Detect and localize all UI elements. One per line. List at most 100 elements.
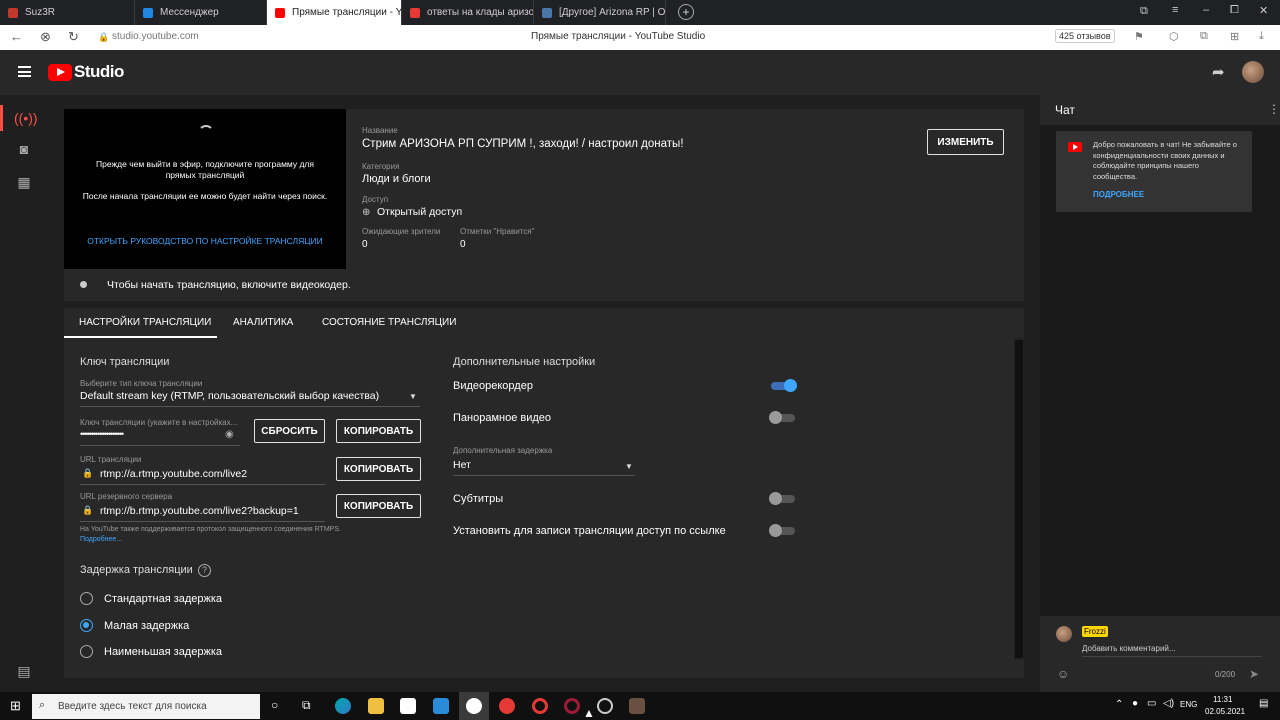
taskbar-search[interactable]: ⌕ Введите здесь текст для поиска (32, 694, 260, 719)
maximize-icon[interactable]: ⧠ (1230, 4, 1239, 17)
minimize-icon[interactable]: – (1203, 4, 1209, 16)
visibility-off-icon[interactable]: ◉ (225, 429, 234, 440)
copy-key-button[interactable]: КОПИРОВАТЬ (336, 419, 421, 443)
radio-low-latency[interactable] (80, 619, 93, 632)
send-icon[interactable]: ➤ (1249, 667, 1259, 681)
notifications-icon[interactable]: ▤ (1259, 698, 1268, 709)
dvr-toggle[interactable] (771, 379, 797, 392)
file-explorer-icon[interactable] (368, 698, 384, 714)
tab-label: ответы на клады аризона (427, 7, 534, 18)
browser-tab[interactable]: ответы на клады аризона (402, 0, 534, 25)
edge-icon[interactable] (335, 698, 351, 714)
youtube-logo-icon[interactable] (48, 64, 72, 81)
backup-url-field[interactable]: rtmp://b.rtmp.youtube.com/live2?backup=1 (100, 505, 299, 517)
tab-stream-settings[interactable]: НАСТРОЙКИ ТРАНСЛЯЦИИ (79, 317, 211, 328)
extension2-icon[interactable]: ⊞ (1230, 30, 1239, 43)
obs-icon[interactable] (597, 698, 613, 714)
ultra-low-latency-label[interactable]: Наименьшая задержка (104, 646, 222, 658)
language-indicator[interactable]: ENG (1180, 700, 1197, 709)
copy-backup-url-button[interactable]: КОПИРОВАТЬ (336, 494, 421, 518)
new-tab-button[interactable]: + (678, 4, 694, 20)
clock-date[interactable]: 02.05.2021 (1205, 707, 1245, 716)
opera-gx-icon[interactable] (564, 698, 580, 714)
more-vert-icon[interactable]: ⋮ (1268, 102, 1280, 116)
studio-logo-text[interactable]: Studio (74, 62, 124, 82)
adblock-icon[interactable]: ⬡ (1169, 30, 1179, 43)
left-nav: ((•)) ◙ ▦ ▤ (0, 95, 48, 692)
url-field[interactable]: studio.youtube.com (112, 31, 199, 42)
edit-button[interactable]: ИЗМЕНИТЬ (927, 129, 1004, 155)
mic-icon[interactable]: ● (1132, 698, 1138, 709)
copy-url-button[interactable]: КОПИРОВАТЬ (336, 457, 421, 481)
reload-icon[interactable]: ↻ (68, 29, 79, 45)
protect-icon[interactable]: ⊗ (40, 29, 51, 45)
stream-key-field[interactable]: •••••••••••••••••••• (80, 429, 124, 439)
help-icon[interactable]: ? (198, 564, 211, 577)
browser-tab[interactable]: Suz3R (0, 0, 135, 25)
additional-settings-heading: Дополнительные настройки (453, 356, 596, 368)
chat-welcome-text: Добро пожаловать в чат! Не забывайте о к… (1093, 140, 1237, 181)
feedback-icon[interactable]: ▤ (14, 663, 34, 680)
cortana-icon[interactable]: ○ (271, 698, 278, 712)
avatar[interactable] (1242, 61, 1264, 83)
browser-tab-active[interactable]: Прямые трансляции - You (267, 0, 402, 25)
network-icon[interactable]: ▭ (1147, 698, 1156, 709)
back-icon[interactable]: ← (10, 29, 23, 44)
likes-value: 0 (460, 239, 466, 250)
mail-icon[interactable] (433, 698, 449, 714)
standard-latency-label[interactable]: Стандартная задержка (104, 593, 222, 605)
browser-tab[interactable]: Мессенджер (135, 0, 267, 25)
access-label: Доступ (362, 195, 389, 204)
bookmark-icon[interactable]: ⚑ (1134, 30, 1144, 43)
extension-icon[interactable]: ⧉ (1200, 30, 1208, 43)
status-dot-icon (80, 281, 87, 288)
share-icon[interactable]: ➦ (1212, 63, 1225, 81)
delay-dropdown-icon[interactable]: ▼ (625, 462, 633, 471)
browser-tab[interactable]: [Другое] Arizona RP | Отве (534, 0, 666, 25)
emoji-icon[interactable]: ☺ (1057, 667, 1069, 681)
live-stream-icon[interactable]: ((•)) (14, 110, 38, 126)
delay-label: Дополнительная задержка (453, 446, 553, 455)
radio-standard-latency[interactable] (80, 592, 93, 605)
captions-toggle[interactable] (769, 492, 795, 505)
radio-ultra-low-latency[interactable] (80, 645, 93, 658)
low-latency-label[interactable]: Малая задержка (104, 620, 189, 632)
download-icon[interactable]: ⤓ (1259, 30, 1264, 43)
opera-icon[interactable] (532, 698, 548, 714)
yandex-browser-icon[interactable] (466, 698, 482, 714)
volume-icon[interactable]: ◁) (1163, 698, 1174, 709)
tab-stream-health[interactable]: СОСТОЯНИЕ ТРАНСЛЯЦИИ (322, 317, 456, 328)
bookmarks-icon[interactable]: ⧉ (1140, 5, 1148, 18)
youtube-logo-icon (1068, 142, 1082, 152)
reset-key-button[interactable]: СБРОСИТЬ (254, 419, 325, 443)
setup-guide-link[interactable]: ОТКРЫТЬ РУКОВОДСТВО ПО НАСТРОЙКЕ ТРАНСЛЯ… (64, 236, 346, 246)
menu-icon[interactable]: ≡ (1172, 4, 1178, 16)
chat-comment-input[interactable]: Добавить комментарий... (1082, 644, 1176, 653)
close-icon[interactable]: ✕ (1259, 4, 1268, 17)
tray-chevron-icon[interactable]: ⌃ (1115, 699, 1123, 710)
active-indicator (0, 105, 3, 131)
game-icon[interactable] (629, 698, 645, 714)
yandex-icon[interactable] (499, 698, 515, 714)
webcam-icon[interactable]: ◙ (14, 141, 34, 157)
scrollbar[interactable] (1014, 338, 1024, 660)
unlisted-toggle[interactable] (769, 524, 795, 537)
store-icon[interactable] (400, 698, 416, 714)
key-type-select[interactable]: Default stream key (RTMP, пользовательск… (80, 390, 379, 402)
tab-analytics[interactable]: АНАЛИТИКА (233, 317, 293, 328)
calendar-icon[interactable]: ▦ (14, 174, 34, 191)
backup-url-label: URL резервного сервера (80, 492, 173, 501)
delay-select[interactable]: Нет (453, 459, 471, 471)
360-video-toggle[interactable] (769, 411, 795, 424)
learn-more-link[interactable]: ПОДРОБНЕЕ (1093, 190, 1144, 199)
hamburger-icon[interactable] (18, 66, 31, 77)
dropdown-arrow-icon[interactable]: ▼ (409, 392, 417, 401)
windows-start-icon[interactable]: ⊞ (10, 698, 21, 714)
stream-url-field[interactable]: rtmp://a.rtmp.youtube.com/live2 (100, 468, 247, 480)
stream-key-heading: Ключ трансляции (80, 356, 170, 368)
reviews-badge[interactable]: 425 отзывов (1055, 29, 1115, 43)
learn-more-link[interactable]: Подробнее... (80, 536, 122, 543)
task-view-icon[interactable]: ⧉ (302, 698, 311, 713)
search-input[interactable]: Введите здесь текст для поиска (58, 701, 207, 712)
clock-time[interactable]: 11:31 (1213, 695, 1232, 704)
